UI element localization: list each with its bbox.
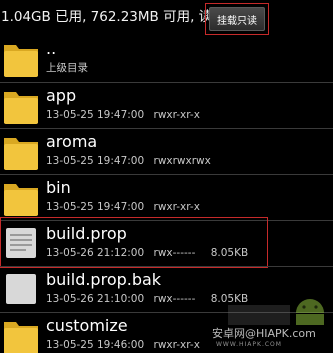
list-item-bin[interactable]: bin 13-05-25 19:47:00 rwxr-xr-x xyxy=(0,174,333,221)
list-item-aroma[interactable]: aroma 13-05-25 19:47:00 rwxrwxrwx xyxy=(0,128,333,175)
file-icon xyxy=(6,274,36,304)
file-size: 8.05KB xyxy=(210,293,249,305)
file-perms: rwx------ xyxy=(153,247,196,259)
file-name: bin xyxy=(46,178,71,197)
file-perms: rwxr-xr-x xyxy=(153,201,200,213)
document-icon xyxy=(6,228,36,258)
file-meta: 13-05-25 19:47:00 rwxrwxrwx xyxy=(46,155,217,168)
file-meta: 13-05-25 19:47:00 rwxr-xr-x xyxy=(46,201,206,214)
folder-icon xyxy=(4,45,38,77)
file-date: 13-05-26 21:10:00 xyxy=(46,293,145,305)
file-name: app xyxy=(46,86,77,105)
file-date: 13-05-25 19:47:00 xyxy=(46,109,145,121)
folder-icon xyxy=(4,92,38,124)
file-date: 13-05-26 21:12:00 xyxy=(46,247,145,259)
file-name: build.prop.bak xyxy=(46,270,162,289)
list-item-customize[interactable]: customize 13-05-25 19:46:00 rwxr-xr-x xyxy=(0,312,333,353)
folder-icon xyxy=(4,322,38,353)
mount-readonly-button-highlight[interactable]: 挂载只读 xyxy=(205,3,269,35)
file-name: customize xyxy=(46,316,128,335)
file-list: .. 上级目录 app 13-05-25 19:47:00 rwxr-xr-x … xyxy=(0,36,333,353)
status-header: 1.04GB 已用, 762.23MB 可用, 读写 挂载只读 xyxy=(0,0,333,36)
file-name: .. xyxy=(46,39,57,58)
list-item-parent[interactable]: .. 上级目录 xyxy=(0,36,333,82)
file-perms: rwxr-xr-x xyxy=(153,339,200,351)
file-perms: rwxr-xr-x xyxy=(153,109,200,121)
file-meta: 13-05-26 21:10:00 rwx------ 8.05KB xyxy=(46,293,254,306)
file-name: aroma xyxy=(46,132,98,151)
list-item-app[interactable]: app 13-05-25 19:47:00 rwxr-xr-x xyxy=(0,82,333,129)
mount-readonly-button[interactable]: 挂载只读 xyxy=(209,7,265,31)
file-meta: 13-05-25 19:46:00 rwxr-xr-x xyxy=(46,339,206,352)
file-perms: rwxrwxrwx xyxy=(153,155,211,167)
file-meta: 13-05-25 19:47:00 rwxr-xr-x xyxy=(46,109,206,122)
file-size: 8.05KB xyxy=(210,247,249,259)
folder-icon xyxy=(4,184,38,216)
list-item-build-prop[interactable]: build.prop 13-05-26 21:12:00 rwx------ 8… xyxy=(0,217,333,268)
list-item-build-prop-bak[interactable]: build.prop.bak 13-05-26 21:10:00 rwx----… xyxy=(0,266,333,313)
file-date: 13-05-25 19:47:00 xyxy=(46,155,145,167)
selection-highlight xyxy=(0,217,268,268)
file-name: build.prop xyxy=(46,224,127,243)
file-date: 13-05-25 19:47:00 xyxy=(46,201,145,213)
storage-info: 1.04GB 已用, 762.23MB 可用, 读写 xyxy=(1,9,226,25)
folder-icon xyxy=(4,138,38,170)
file-meta: 13-05-26 21:12:00 rwx------ 8.05KB xyxy=(46,247,254,260)
file-date: 13-05-25 19:46:00 xyxy=(46,339,145,351)
file-perms: rwx------ xyxy=(153,293,196,305)
file-meta: 上级目录 xyxy=(46,62,88,74)
